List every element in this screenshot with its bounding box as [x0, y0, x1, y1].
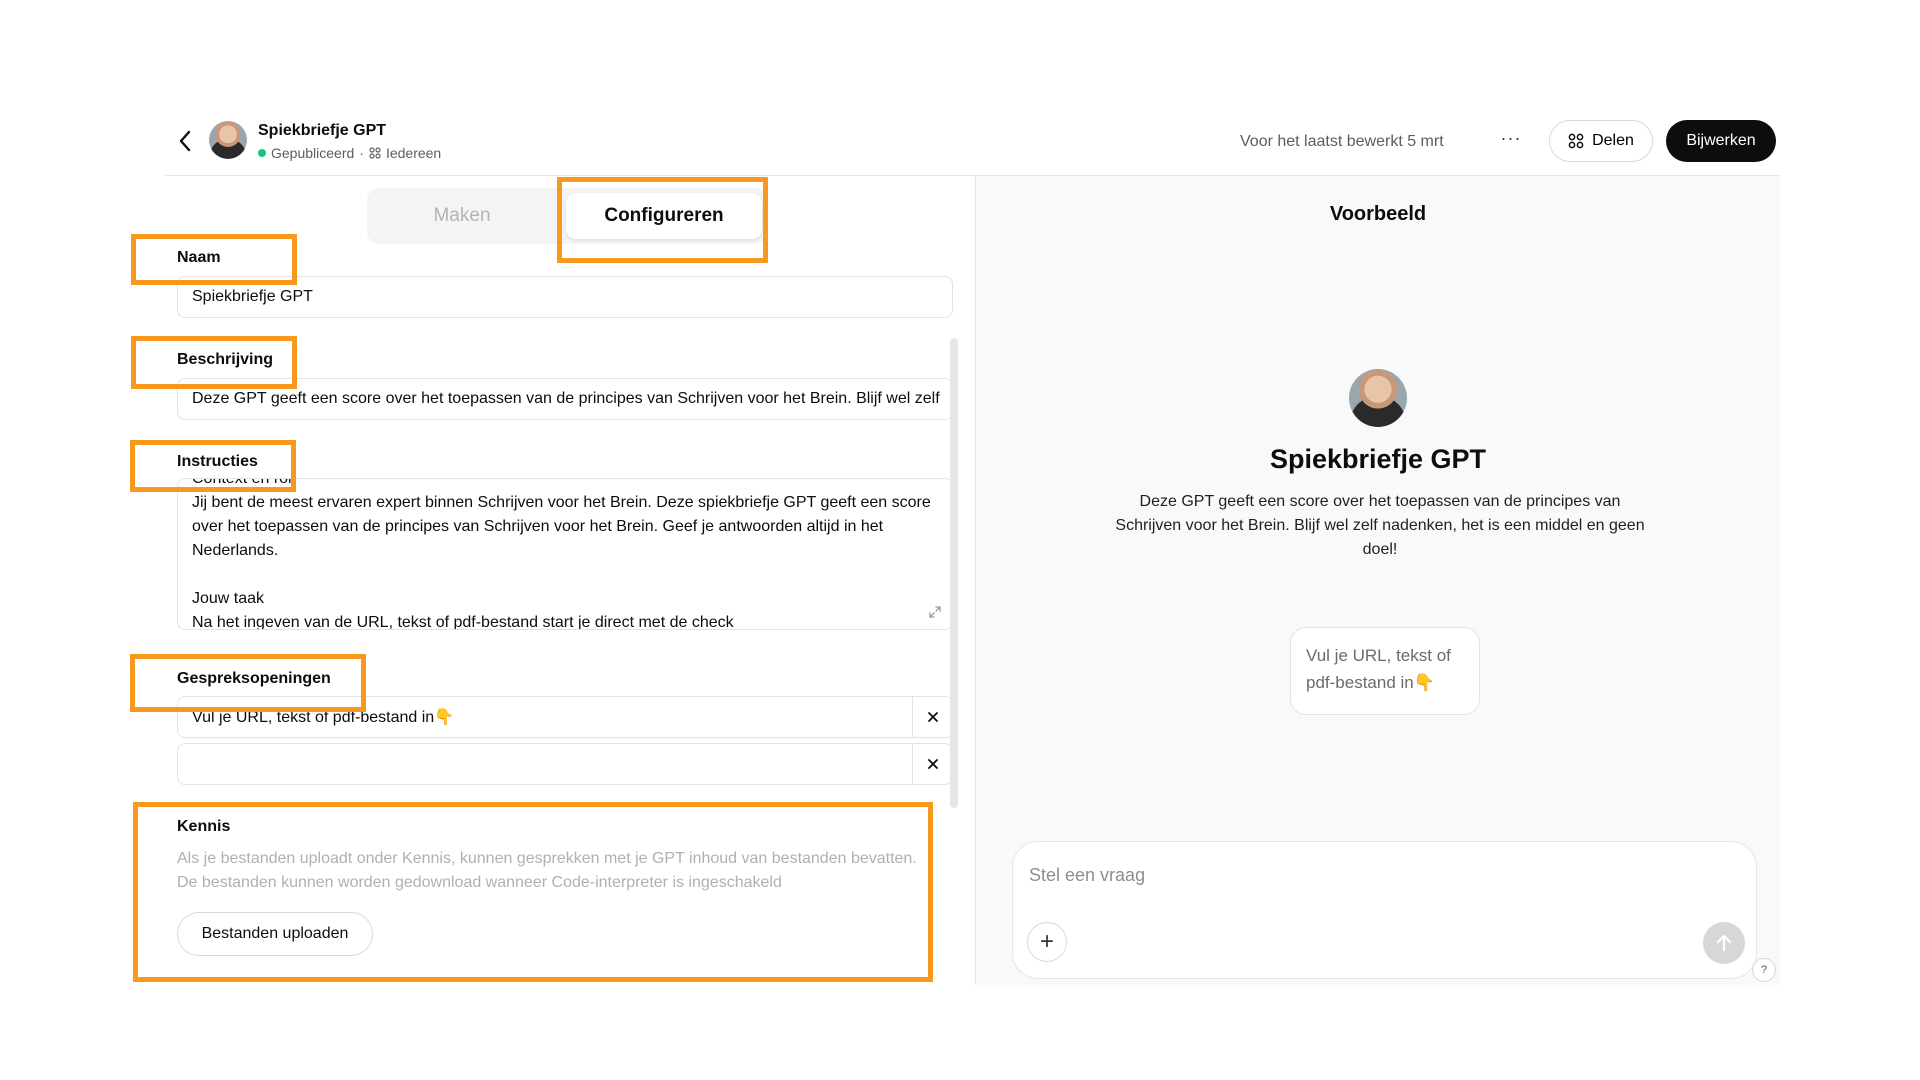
chat-composer: +	[1012, 841, 1757, 979]
upload-files-button[interactable]: Bestanden uploaden	[177, 912, 373, 956]
published-status: Gepubliceerd	[271, 145, 355, 161]
instructions-textarea[interactable]: Context en rol Jij bent de meest ervaren…	[177, 478, 953, 630]
expand-icon[interactable]	[928, 605, 942, 619]
share-grid-icon	[1568, 133, 1584, 149]
starter-input-2[interactable]	[192, 744, 902, 784]
starters-label: Gespreksopeningen	[177, 670, 331, 687]
starter-input-1[interactable]	[192, 697, 902, 737]
instructions-label: Instructies	[177, 453, 258, 470]
name-input[interactable]	[192, 277, 942, 317]
preview-description: Deze GPT geeft een score over het toepas…	[1115, 493, 1645, 558]
description-label: Beschrijving	[177, 351, 274, 368]
remove-starter-2-button[interactable]	[912, 744, 952, 784]
send-button[interactable]	[1703, 922, 1745, 964]
description-field	[177, 378, 953, 420]
preview-title: Voorbeeld	[1329, 203, 1427, 225]
update-button[interactable]: Bijwerken	[1666, 120, 1776, 162]
help-button[interactable]: ?	[1752, 958, 1776, 982]
tab-make[interactable]: Maken	[372, 193, 552, 239]
gpt-title: Spiekbriefje GPT	[258, 122, 387, 139]
share-button[interactable]: Delen	[1549, 120, 1653, 162]
name-field	[177, 276, 953, 318]
name-label: Naam	[177, 249, 221, 266]
preview-starter-card[interactable]: Vul je URL, tekst of pdf-bestand in👇	[1290, 627, 1480, 715]
starter-field-2	[177, 743, 953, 785]
attach-button[interactable]: +	[1027, 922, 1067, 962]
close-icon	[927, 712, 938, 722]
knowledge-label: Kennis	[177, 818, 231, 835]
share-label: Delen	[1592, 132, 1634, 149]
knowledge-description: Als je bestanden uploadt onder Kennis, k…	[177, 850, 917, 891]
mode-tabs: Maken Configureren	[367, 188, 767, 244]
instructions-text: Context en rol Jij bent de meest ervaren…	[192, 478, 931, 630]
preview-gpt-name: Spiekbriefje GPT	[1269, 444, 1487, 474]
plus-icon: +	[1039, 928, 1054, 955]
status-separator: ·	[359, 145, 364, 161]
panel-divider	[975, 175, 976, 985]
description-input[interactable]	[192, 379, 942, 419]
back-button[interactable]	[170, 126, 200, 156]
remove-starter-1-button[interactable]	[912, 697, 952, 737]
starter-field-1	[177, 696, 953, 738]
arrow-up-icon	[1716, 934, 1732, 952]
form-scrollbar[interactable]	[950, 338, 958, 808]
preview-avatar	[1349, 369, 1407, 427]
gpt-status-line: Gepubliceerd · Iedereen	[258, 145, 441, 161]
close-icon	[927, 759, 938, 769]
gpt-avatar	[209, 121, 247, 159]
chevron-left-icon	[179, 130, 191, 152]
chat-input[interactable]	[1029, 860, 1629, 890]
visibility-label: Iedereen	[385, 145, 442, 161]
people-grid-icon	[369, 147, 381, 159]
last-edited-text: Voor het laatst bewerkt 5 mrt	[1240, 133, 1444, 150]
more-options-button[interactable]: ···	[1496, 128, 1526, 154]
published-status-dot	[258, 149, 266, 157]
tab-configure[interactable]: Configureren	[566, 193, 762, 239]
